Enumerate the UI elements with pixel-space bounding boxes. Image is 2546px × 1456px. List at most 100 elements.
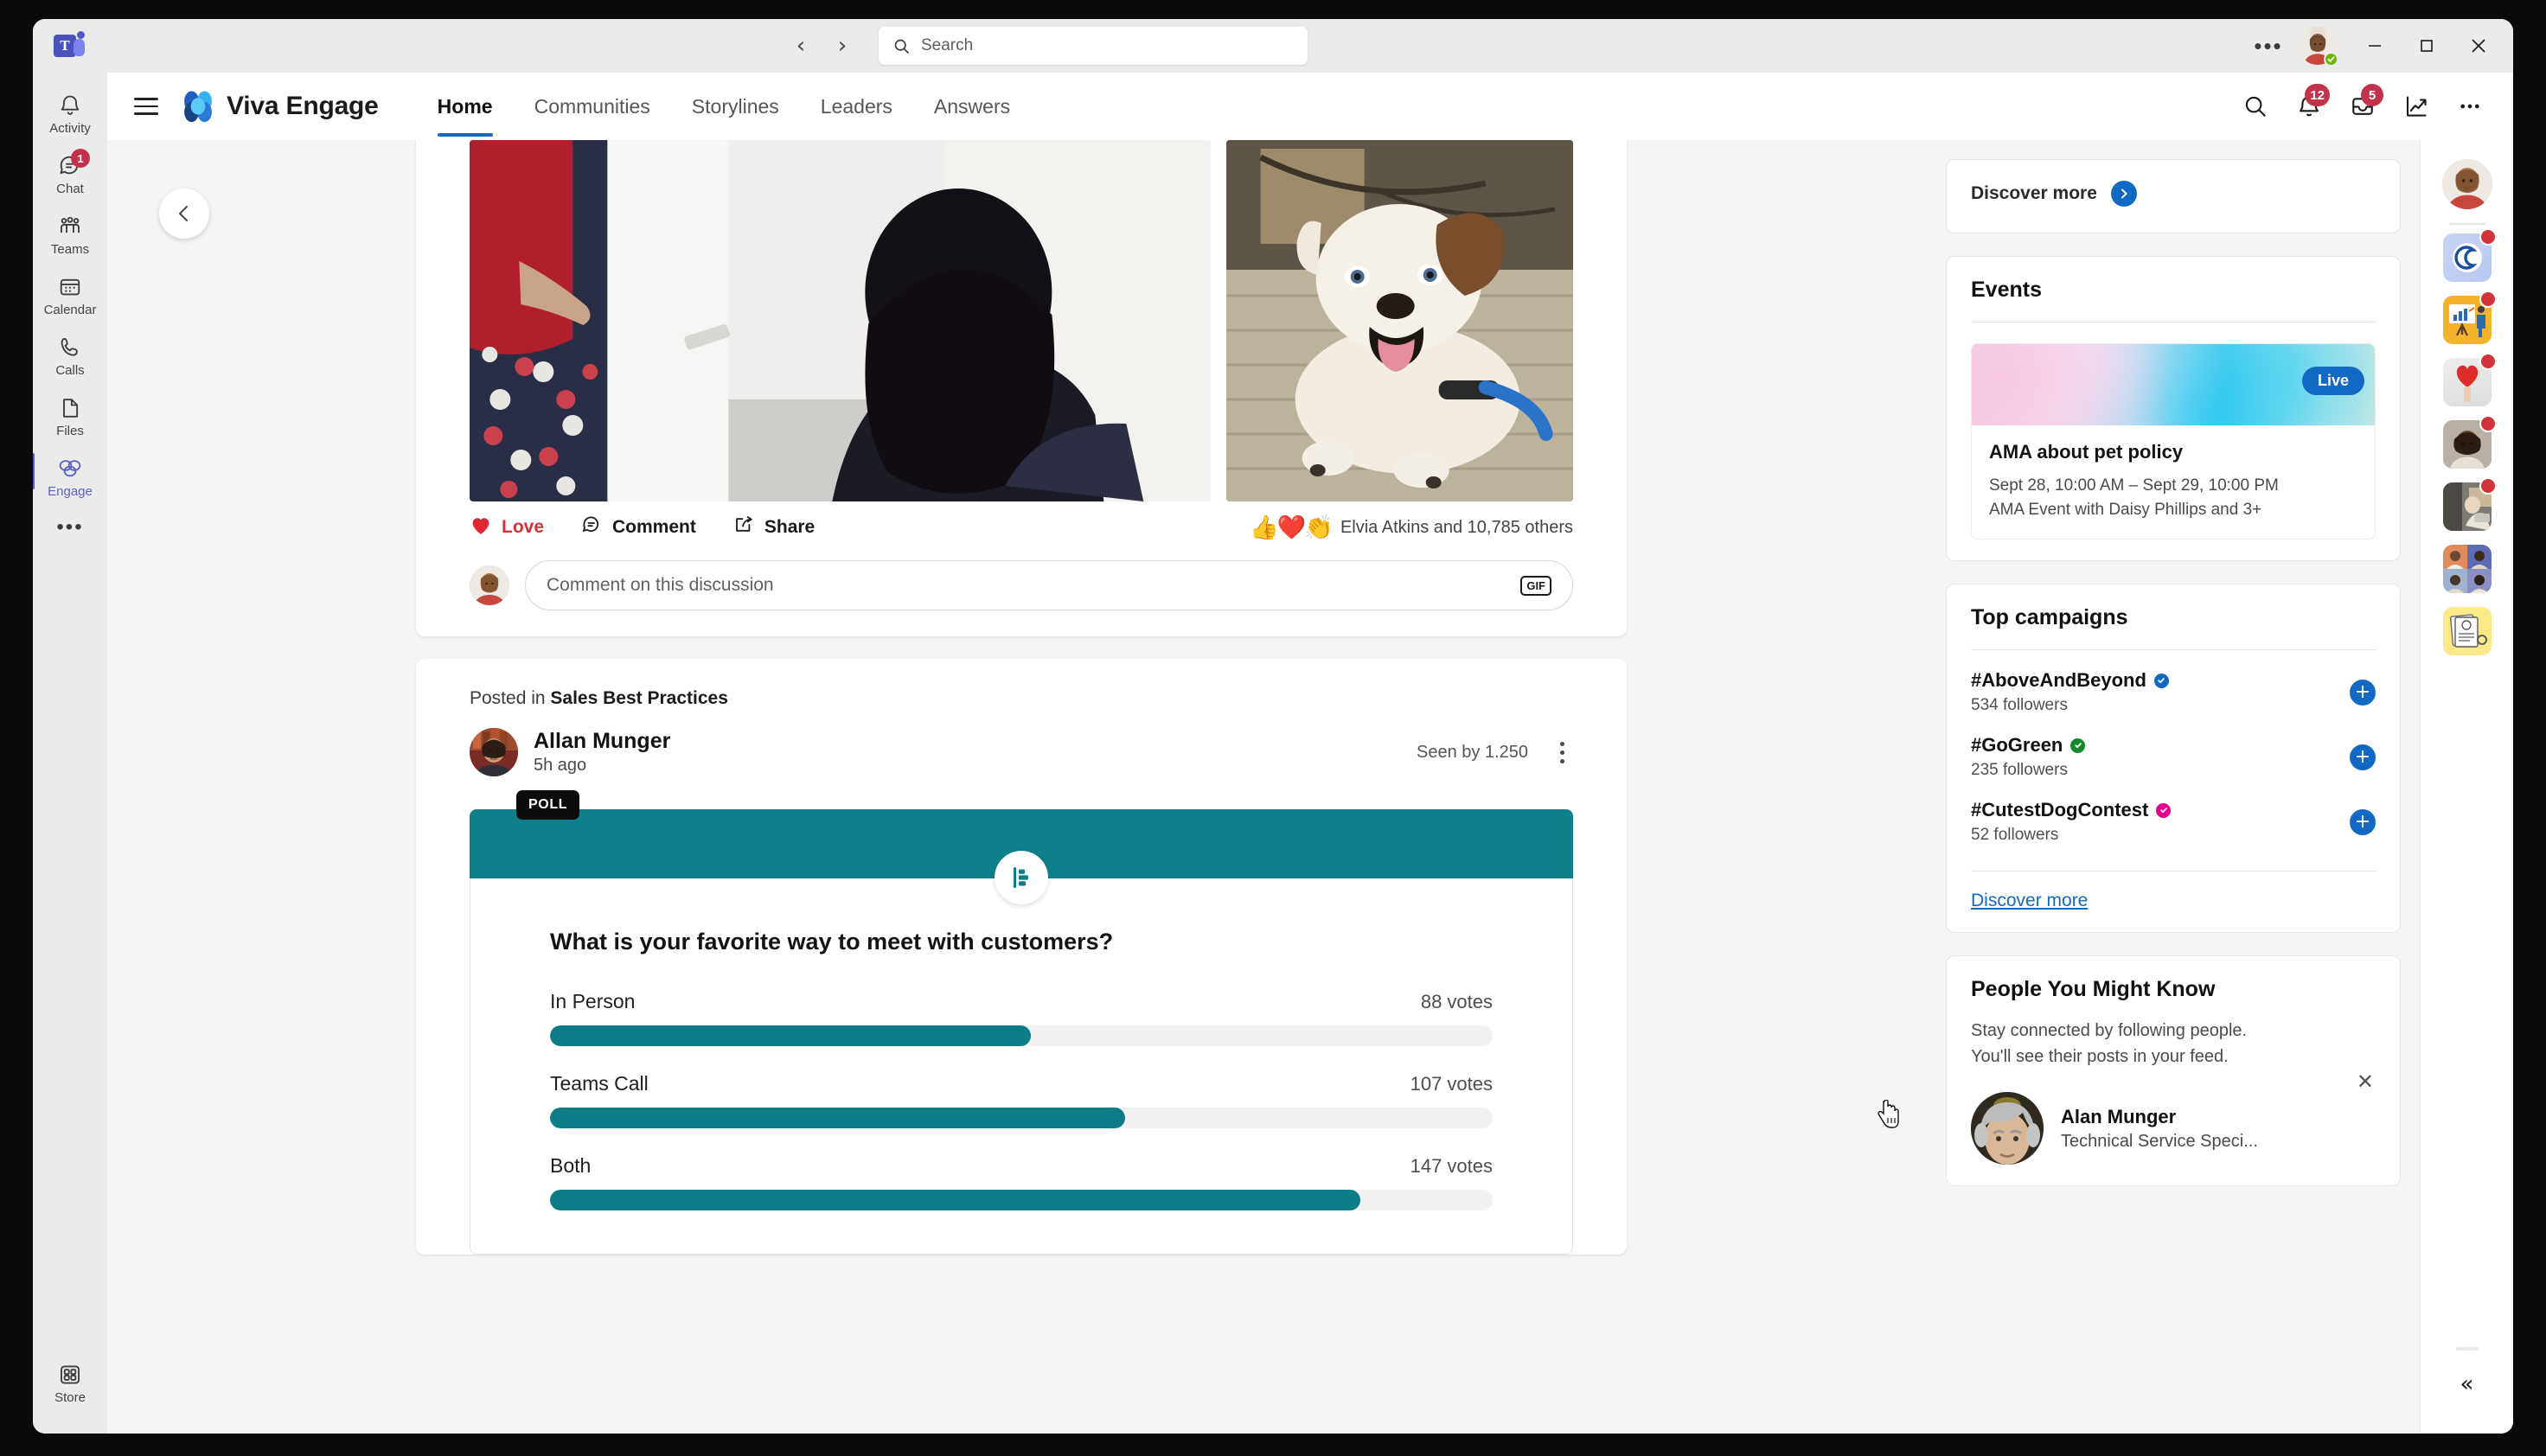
poll-header-banner (470, 809, 1573, 904)
inbox-button[interactable]: 5 (2338, 82, 2387, 131)
bell-icon (58, 93, 82, 118)
tab-home[interactable]: Home (417, 73, 514, 140)
posted-in-prefix: Posted in (470, 688, 551, 708)
post-author-name[interactable]: Allan Munger (534, 729, 670, 754)
carousel-back-button[interactable] (159, 188, 209, 239)
sidebar-item-teams[interactable]: Teams (36, 206, 104, 262)
presentation-app-icon[interactable] (2442, 291, 2497, 344)
comment-input[interactable]: Comment on this discussion GIF (525, 560, 1573, 610)
poll-option[interactable]: Teams Call 107 votes (550, 1072, 1493, 1128)
forward-button[interactable]: › (823, 27, 861, 65)
search-button[interactable] (2231, 82, 2280, 131)
poll-option-label: Both (550, 1154, 592, 1177)
pymk-person-name: Alan Munger (2061, 1105, 2177, 1127)
minimize-button[interactable] (2349, 25, 2401, 67)
reaction-summary[interactable]: 👍❤️👏 Elvia Atkins and 10,785 others (1250, 514, 1573, 541)
badge-dot (2479, 353, 2497, 370)
sidebar-item-store[interactable]: Store (36, 1354, 104, 1410)
campaign-tag: #CutestDogContest (1971, 799, 2149, 821)
love-button[interactable]: Love (470, 514, 544, 540)
close-icon[interactable]: ✕ (2357, 1070, 2374, 1094)
sidebar-item-label: Calendar (43, 303, 97, 317)
avatar (1971, 1092, 2044, 1165)
heart-app-icon[interactable] (2442, 353, 2497, 406)
event-item[interactable]: Live AMA about pet policy Sept 28, 10:00… (1971, 343, 2376, 540)
campaign-followers: 52 followers (1971, 826, 2059, 845)
sidebar-item-chat[interactable]: 1 Chat (36, 145, 104, 201)
campaign-item[interactable]: #GoGreen 235 followers + (1971, 715, 2376, 780)
tab-answers[interactable]: Answers (913, 73, 1031, 140)
discover-more-row[interactable]: Discover more (1971, 176, 2376, 210)
campaign-tag: #GoGreen (1971, 734, 2063, 757)
sidebar-item-activity[interactable]: Activity (36, 85, 104, 141)
collapse-rail-button[interactable]: « (2460, 1371, 2474, 1397)
community-link[interactable]: Sales Best Practices (550, 688, 727, 708)
tab-communities[interactable]: Communities (514, 73, 671, 140)
sidebar-item-engage[interactable]: Engage (33, 448, 104, 504)
poll-option[interactable]: Both 147 votes (550, 1154, 1493, 1210)
follow-campaign-button[interactable]: + (2350, 679, 2376, 706)
app-tray-rail: « (2420, 140, 2513, 1434)
documents-app-icon[interactable] (2442, 607, 2492, 655)
search-input[interactable]: Search (879, 27, 1308, 65)
post-timestamp: 5h ago (534, 756, 587, 776)
kebab-menu-icon[interactable] (1551, 741, 1573, 763)
follow-campaign-button[interactable]: + (2350, 808, 2376, 835)
sidebar-more-button[interactable]: ••• (36, 508, 104, 545)
more-horizontal-icon[interactable] (2446, 82, 2494, 131)
top-campaigns-card: Top campaigns #AboveAndBeyond 534 follow… (1946, 584, 2401, 934)
follow-campaign-button[interactable]: + (2350, 744, 2376, 770)
campaign-item[interactable]: #CutestDogContest 52 followers + (1971, 780, 2376, 845)
close-button[interactable] (2453, 25, 2504, 67)
page-title: Viva Engage (227, 92, 379, 120)
worker-app-icon[interactable] (2442, 477, 2497, 531)
gif-button[interactable]: GIF (1520, 575, 1551, 596)
copilot-app-icon[interactable] (2442, 228, 2497, 282)
tray-user-avatar[interactable] (2441, 159, 2492, 209)
events-title: Events (1971, 278, 2042, 302)
poll-option[interactable]: In Person 88 votes (550, 990, 1493, 1046)
people-you-might-know-card: People You Might Know Stay connected by … (1946, 955, 2401, 1187)
people-grid-app-icon[interactable] (2442, 545, 2492, 593)
pymk-person[interactable]: ✕ Alan Munger Technical Service Speci... (1971, 1070, 2376, 1165)
title-bar: T ‹ › Search ••• (33, 19, 2513, 73)
avatar[interactable] (470, 728, 518, 776)
person-app-icon[interactable] (2442, 415, 2497, 469)
sidebar-item-files[interactable]: Files (36, 387, 104, 444)
poll-option-votes: 107 votes (1410, 1073, 1493, 1095)
poll-badge: POLL (516, 790, 580, 820)
post-image-dog[interactable] (1225, 140, 1573, 501)
poll-option-fill (550, 1190, 1361, 1210)
tab-leaders[interactable]: Leaders (800, 73, 913, 140)
analytics-button[interactable] (2392, 82, 2440, 131)
pymk-person-role: Technical Service Speci... (2061, 1131, 2258, 1151)
tab-storylines[interactable]: Storylines (671, 73, 800, 140)
poll-option-fill (550, 1025, 1031, 1046)
back-button[interactable]: ‹ (782, 27, 820, 65)
chat-unread-badge: 1 (71, 149, 90, 168)
account-avatar-button[interactable] (2299, 27, 2338, 67)
share-button[interactable]: Share (732, 514, 815, 540)
notifications-button[interactable]: 12 (2285, 82, 2333, 131)
sidebar-item-label: Activity (49, 121, 91, 136)
hamburger-icon[interactable] (126, 86, 166, 126)
sidebar-item-calendar[interactable]: Calendar (36, 266, 104, 322)
poll-option-label: Teams Call (550, 1072, 649, 1095)
engage-header-actions: 12 5 (2231, 82, 2513, 131)
maximize-button[interactable] (2401, 25, 2453, 67)
rail-resize-handle[interactable] (2455, 1347, 2479, 1351)
campaign-item[interactable]: #AboveAndBeyond 534 followers + (1971, 650, 2376, 715)
comment-label: Comment (612, 517, 696, 537)
poll-option-votes: 147 votes (1410, 1155, 1493, 1177)
poll-option-track (550, 1190, 1493, 1210)
poll-option-track (550, 1025, 1493, 1046)
comment-button[interactable]: Comment (580, 514, 696, 540)
settings-more-button[interactable]: ••• (2245, 27, 2292, 65)
inbox-badge: 5 (2361, 84, 2383, 106)
discover-more-link[interactable]: Discover more (1971, 891, 2088, 911)
viva-engage-logo (182, 90, 214, 123)
share-icon (732, 514, 755, 540)
sidebar-item-calls[interactable]: Calls (36, 327, 104, 383)
post-image-meeting[interactable] (470, 140, 1211, 501)
campaign-followers: 235 followers (1971, 761, 2068, 780)
